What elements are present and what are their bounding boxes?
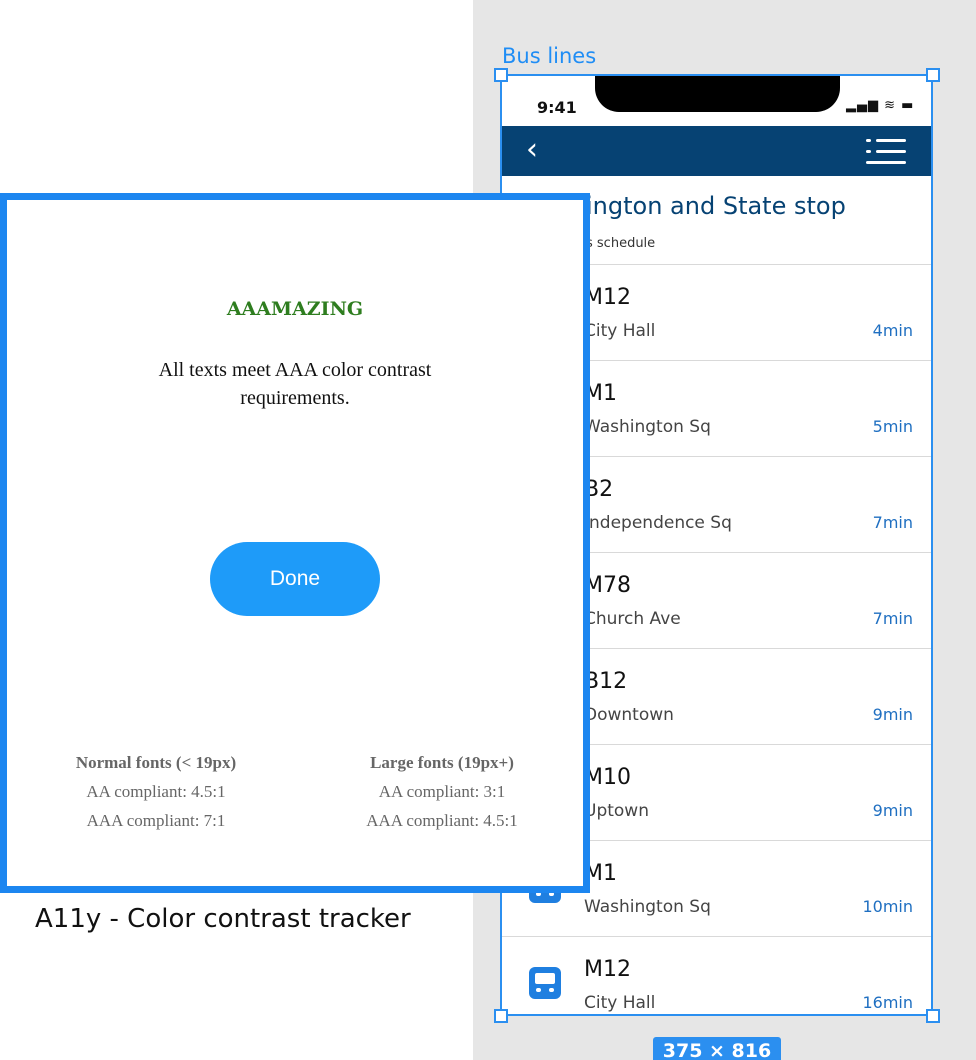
menu-icon-bar <box>876 139 906 142</box>
bus-eta: 9min <box>872 705 913 724</box>
resize-handle[interactable] <box>926 68 940 82</box>
menu-icon-dot <box>866 139 871 142</box>
bus-icon <box>529 967 561 999</box>
bus-line: M12 <box>584 285 631 310</box>
menu-icon[interactable] <box>864 138 906 166</box>
contrast-status: AAAMAZING <box>226 298 364 320</box>
normal-fonts-aa: AA compliant: 4.5:1 <box>86 782 226 801</box>
bus-destination: Downtown <box>584 705 674 725</box>
menu-icon-bar <box>876 150 906 153</box>
signal-wifi-battery-icon: ▂▄▆ ≋ ▬ <box>846 98 915 113</box>
bus-eta: 7min <box>872 609 913 628</box>
done-button[interactable]: Done <box>210 542 380 616</box>
bus-eta: 5min <box>872 417 913 436</box>
bus-destination: Washington Sq <box>584 897 711 917</box>
large-fonts-aaa: AAA compliant: 4.5:1 <box>366 811 518 830</box>
plugin-caption: A11y - Color contrast tracker <box>35 904 411 934</box>
bus-destination: Independence Sq <box>584 513 732 533</box>
bus-destination: City Hall <box>584 321 656 341</box>
normal-fonts-info: Normal fonts (< 19px) AA compliant: 4.5:… <box>26 748 286 835</box>
menu-icon-dot <box>866 150 871 153</box>
bus-destination: Uptown <box>584 801 649 821</box>
bus-destination: Washington Sq <box>584 417 711 437</box>
bus-destination: Church Ave <box>584 609 681 629</box>
resize-handle[interactable] <box>494 1009 508 1023</box>
bus-destination: City Hall <box>584 993 656 1013</box>
nav-bar: ‹ <box>500 126 933 176</box>
bus-line: B12 <box>584 669 628 694</box>
bus-eta: 4min <box>872 321 913 340</box>
normal-fonts-heading: Normal fonts (< 19px) <box>75 753 237 772</box>
bus-line: M10 <box>584 765 631 790</box>
contrast-dialog: AAAMAZING All texts meet AAA color contr… <box>0 193 590 893</box>
stop-subtitle: s schedule <box>586 236 656 251</box>
bus-row[interactable]: M12 City Hall 16min <box>500 937 933 1016</box>
phone-notch <box>595 74 840 112</box>
bus-line: M12 <box>584 957 631 982</box>
back-icon[interactable]: ‹ <box>526 135 552 166</box>
bus-eta: 7min <box>872 513 913 532</box>
bus-eta: 10min <box>862 897 913 916</box>
normal-fonts-aaa: AAA compliant: 7:1 <box>86 811 226 830</box>
resize-handle[interactable] <box>926 1009 940 1023</box>
status-time: 9:41 <box>537 98 577 117</box>
bus-eta: 9min <box>872 801 913 820</box>
resize-handle[interactable] <box>494 68 508 82</box>
large-fonts-info: Large fonts (19px+) AA compliant: 3:1 AA… <box>312 748 572 835</box>
bus-line: M78 <box>584 573 631 598</box>
contrast-message: All texts meet AAA color contrast requir… <box>158 359 432 409</box>
large-fonts-heading: Large fonts (19px+) <box>370 753 514 772</box>
menu-icon-bar <box>866 161 906 164</box>
frame-title[interactable]: Bus lines <box>502 44 596 68</box>
bus-eta: 16min <box>862 993 913 1012</box>
large-fonts-aa: AA compliant: 3:1 <box>378 782 506 801</box>
size-badge: 375 × 816 <box>653 1037 781 1060</box>
